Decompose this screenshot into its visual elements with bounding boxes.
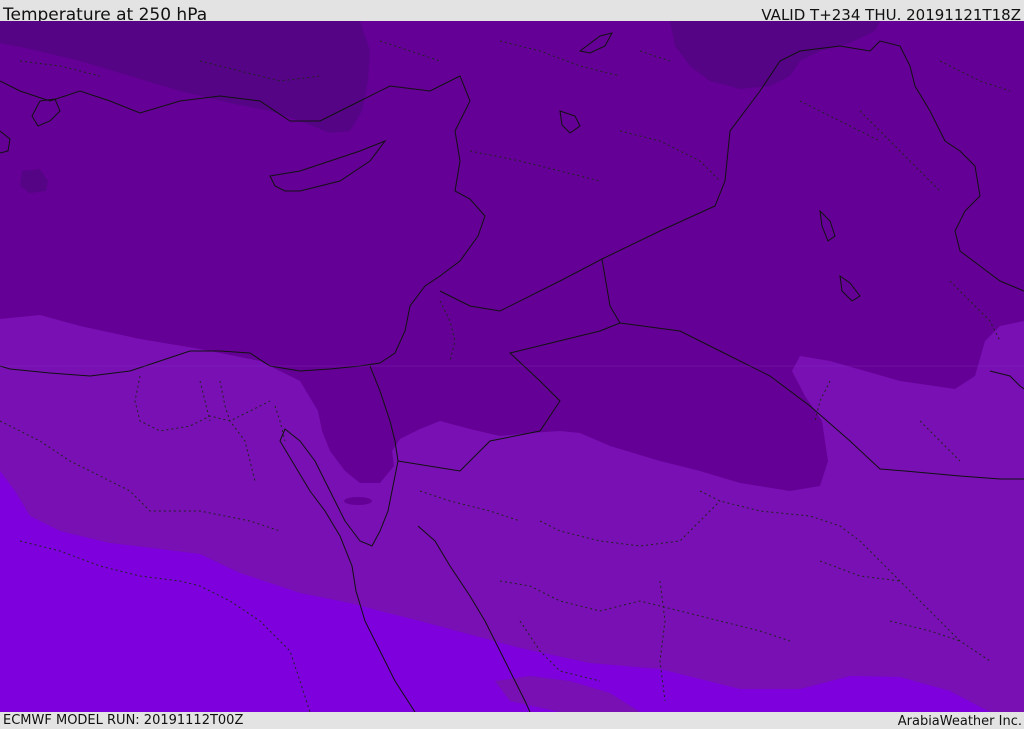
band-coldest-sinai [344, 497, 372, 505]
credit-label: ArabiaWeather Inc. [897, 714, 1022, 729]
map-svg [0, 21, 1024, 712]
chart-frame: Temperature at 250 hPa VALID T+234 THU. … [0, 0, 1024, 729]
model-run-label: ECMWF MODEL RUN: 20191112T00Z [3, 713, 244, 728]
footer-bar: ECMWF MODEL RUN: 20191112T00Z ArabiaWeat… [0, 712, 1024, 729]
header-bar: Temperature at 250 hPa VALID T+234 THU. … [0, 0, 1024, 25]
temperature-map [0, 21, 1024, 712]
